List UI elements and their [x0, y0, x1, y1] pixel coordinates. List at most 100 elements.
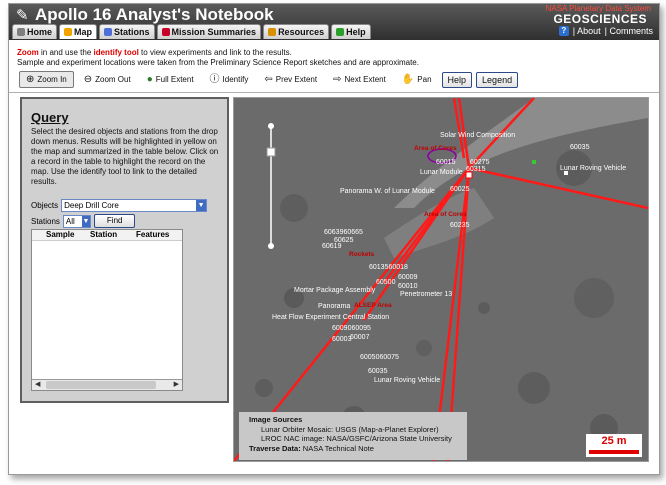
scroll-thumb[interactable] [46, 381, 156, 389]
pan-button[interactable]: ✋ Pan [396, 72, 438, 87]
column-station: Station [90, 230, 118, 239]
map-label-alsep[interactable]: ALSEP Area [354, 302, 392, 309]
stations-icon [104, 28, 113, 36]
objects-row: Objects Deep Drill Core ▼ [31, 199, 208, 212]
column-sample: Sample [46, 230, 75, 239]
map-label-mortar[interactable]: Mortar Package Assembly [294, 287, 376, 294]
map-label-penetrometer[interactable]: Penetrometer 13 [400, 291, 452, 298]
map-icon [64, 28, 73, 36]
traverse-data: Traverse Data: NASA Technical Note [249, 443, 374, 453]
zoom-slider[interactable] [266, 122, 276, 250]
objects-select[interactable]: Deep Drill Core ▼ [61, 199, 208, 212]
map-label-heat-flow[interactable]: Heat Flow Experiment Central Station [272, 314, 389, 321]
map-label-solar-wind[interactable]: Solar Wind Composition [440, 132, 515, 139]
map-label-lrv[interactable]: Lunar Roving Vehicle [560, 165, 626, 172]
map-label-panorama[interactable]: Panorama W. of Lunar Module [340, 188, 435, 195]
map-view[interactable]: Solar Wind Composition Area of Cores 600… [233, 97, 649, 462]
stations-select[interactable]: All ▼ [62, 214, 91, 228]
help-button[interactable]: Help [441, 71, 473, 88]
find-button[interactable]: Find [93, 214, 136, 228]
resources-icon [268, 28, 277, 36]
help-icon [336, 28, 345, 36]
crater [255, 379, 273, 397]
table-header: Sample Station Features [32, 230, 182, 241]
crater [280, 194, 308, 222]
map-label-sample[interactable]: 60007 [350, 334, 370, 341]
map-label-sample[interactable]: 60035 [368, 368, 388, 375]
legend-button[interactable]: Legend [476, 71, 519, 88]
map-label-sample[interactable]: 60010 [398, 283, 418, 290]
prev-extent-button[interactable]: ⇦ Prev Extent [258, 72, 323, 87]
identify-button[interactable]: ⓘ Identify [204, 72, 255, 87]
map-label-sample[interactable]: 60035 [570, 144, 590, 151]
scroll-left-icon[interactable]: ◀ [35, 380, 40, 390]
results-table: Sample Station Features ◀ ▶ [31, 229, 183, 391]
mission-icon [161, 28, 170, 36]
tab-resources[interactable]: Resources [263, 24, 330, 39]
map-label-sample[interactable]: 6009060095 [332, 325, 371, 332]
zoom-in-icon: ⊕ [26, 73, 35, 85]
map-label-sample[interactable]: 60500 [376, 279, 396, 286]
next-extent-button[interactable]: ⇨ Next Extent [327, 72, 392, 87]
tab-mission-summaries[interactable]: Mission Summaries [156, 24, 262, 39]
scroll-right-icon[interactable]: ▶ [174, 380, 179, 390]
app-window: ✎ Apollo 16 Analyst's Notebook NASA Plan… [8, 3, 660, 475]
tab-stations[interactable]: Stations [99, 24, 155, 39]
title-bar: ✎ Apollo 16 Analyst's Notebook NASA Plan… [9, 4, 659, 40]
map-label-sample[interactable]: 6013560018 [369, 264, 408, 271]
image-sources-box: Image Sources Lunar Orbiter Mosaic: USGS… [239, 412, 467, 460]
map-canvas[interactable]: Solar Wind Composition Area of Cores 600… [234, 98, 648, 461]
map-label-rockets[interactable]: Rockets [349, 251, 375, 258]
scale-bar: 25 m [586, 434, 642, 457]
map-label-sample[interactable]: 60315 [466, 166, 486, 173]
map-label-sample[interactable]: 60275 [470, 159, 490, 166]
table-scrollbar[interactable]: ◀ ▶ [32, 379, 182, 390]
map-label-lrv[interactable]: Lunar Roving Vehicle [374, 377, 440, 384]
crater [416, 340, 432, 356]
sample-marker[interactable] [532, 160, 536, 164]
column-features: Features [136, 230, 170, 239]
hand-icon: ✋ [401, 73, 415, 85]
app-title: Apollo 16 Analyst's Notebook [35, 5, 274, 24]
crater [574, 278, 614, 318]
map-label-sample[interactable]: 60025 [450, 186, 470, 193]
map-label-lunar-module[interactable]: Lunar Module [420, 169, 463, 176]
sources-heading: Image Sources [249, 415, 303, 424]
crater [518, 372, 550, 404]
query-description: Select the desired objects and stations … [31, 127, 219, 186]
tab-map[interactable]: Map [59, 24, 98, 39]
info-toolbar-area: Zoom in and use the identify tool to vie… [9, 40, 659, 93]
map-label-sample[interactable]: 6005060075 [360, 354, 399, 361]
arrow-left-icon: ⇦ [264, 73, 273, 85]
full-extent-button[interactable]: ● Full Extent [141, 72, 200, 87]
map-label-area-of-cores[interactable]: Area of Cores [424, 211, 467, 218]
instructions-line-1: Zoom in and use the identify tool to vie… [17, 48, 292, 57]
map-label-sample[interactable]: 60619 [322, 243, 342, 250]
map-label-area-of-cores[interactable]: Area of Cores [414, 145, 457, 152]
top-links: ? | About | Comments [558, 26, 653, 36]
chevron-down-icon: ▼ [81, 215, 90, 227]
zoom-out-button[interactable]: ⊖ Zoom Out [78, 72, 137, 87]
scale-line [589, 450, 639, 454]
zoom-out-icon: ⊖ [83, 73, 93, 85]
map-label-sample[interactable]: 60009 [398, 274, 418, 281]
map-label-panorama[interactable]: Panorama [318, 303, 350, 310]
tab-home[interactable]: Home [12, 24, 58, 39]
pencil-icon: ✎ [16, 7, 29, 24]
sources-line-2: LROC NAC image: NASA/GSFC/Arizona State … [261, 434, 452, 443]
tab-help[interactable]: Help [331, 24, 371, 39]
map-label-sample[interactable]: 60015 [436, 159, 456, 166]
stations-row: Stations All ▼ Find [31, 214, 136, 228]
instructions-line-2: Sample and experiment locations were tak… [17, 58, 419, 67]
about-link[interactable]: | About [573, 26, 601, 36]
comments-link[interactable]: | Comments [605, 26, 653, 36]
geosciences-logo: GEOSCIENCES [553, 12, 647, 26]
map-label-sample[interactable]: 60235 [450, 222, 470, 229]
map-label-sample[interactable]: 6063960665 [324, 229, 363, 236]
help-question-icon[interactable]: ? [558, 26, 569, 36]
stations-label: Stations [31, 216, 60, 226]
map-label-sample[interactable]: 60003 [332, 336, 352, 343]
zoom-in-button[interactable]: ⊕ Zoom In [19, 71, 74, 88]
arrow-right-icon: ⇨ [333, 73, 342, 85]
map-toolbar: ⊕ Zoom In ⊖ Zoom Out ● Full Extent ⓘ Identif… [19, 71, 519, 88]
